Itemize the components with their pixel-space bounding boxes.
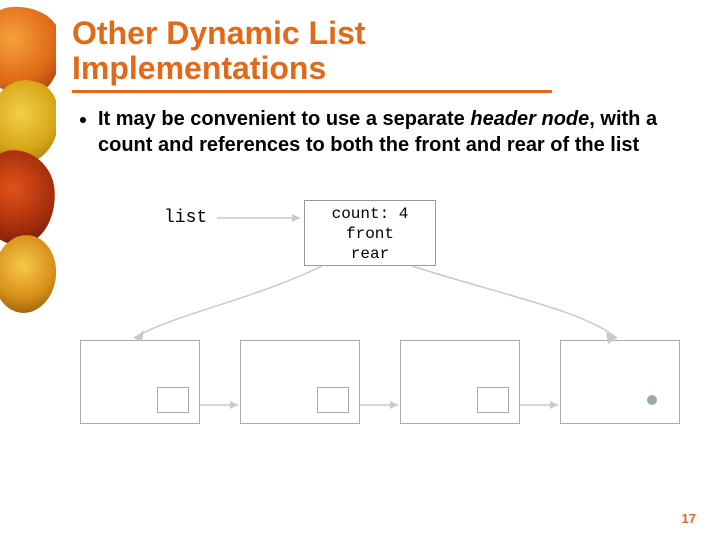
title-line-1: Other Dynamic List <box>72 15 365 51</box>
list-node <box>80 340 200 424</box>
header-count-line: count: 4 <box>305 204 435 224</box>
leaf-icon <box>0 147 56 247</box>
decorative-sidebar <box>0 0 56 540</box>
header-front-line: front <box>305 224 435 244</box>
bullet-header-node-term: header node <box>470 108 589 130</box>
bullet-text-prefix: It may be convenient to use a separate <box>98 108 470 130</box>
slide: Other Dynamic List Implementations It ma… <box>0 0 720 540</box>
diagram: list count: 4 front rear <box>72 200 692 500</box>
next-pointer-box <box>157 387 189 413</box>
list-label: list <box>164 208 207 228</box>
slide-title: Other Dynamic List Implementations <box>72 16 700 86</box>
header-node-box: count: 4 front rear <box>304 200 436 266</box>
list-node <box>240 340 360 424</box>
next-pointer-box <box>317 387 349 413</box>
header-rear-line: rear <box>305 244 435 264</box>
node-row <box>72 340 692 430</box>
null-terminator-icon <box>647 395 657 405</box>
title-line-2: Implementations <box>72 50 326 86</box>
leaf-icon <box>0 232 56 316</box>
title-underline <box>72 90 552 93</box>
bullet-item: It may be convenient to use a separate h… <box>98 107 700 158</box>
next-pointer-box <box>477 387 509 413</box>
page-number: 17 <box>682 511 696 526</box>
list-node <box>400 340 520 424</box>
list-node <box>560 340 680 424</box>
bullet-list: It may be convenient to use a separate h… <box>72 107 700 158</box>
